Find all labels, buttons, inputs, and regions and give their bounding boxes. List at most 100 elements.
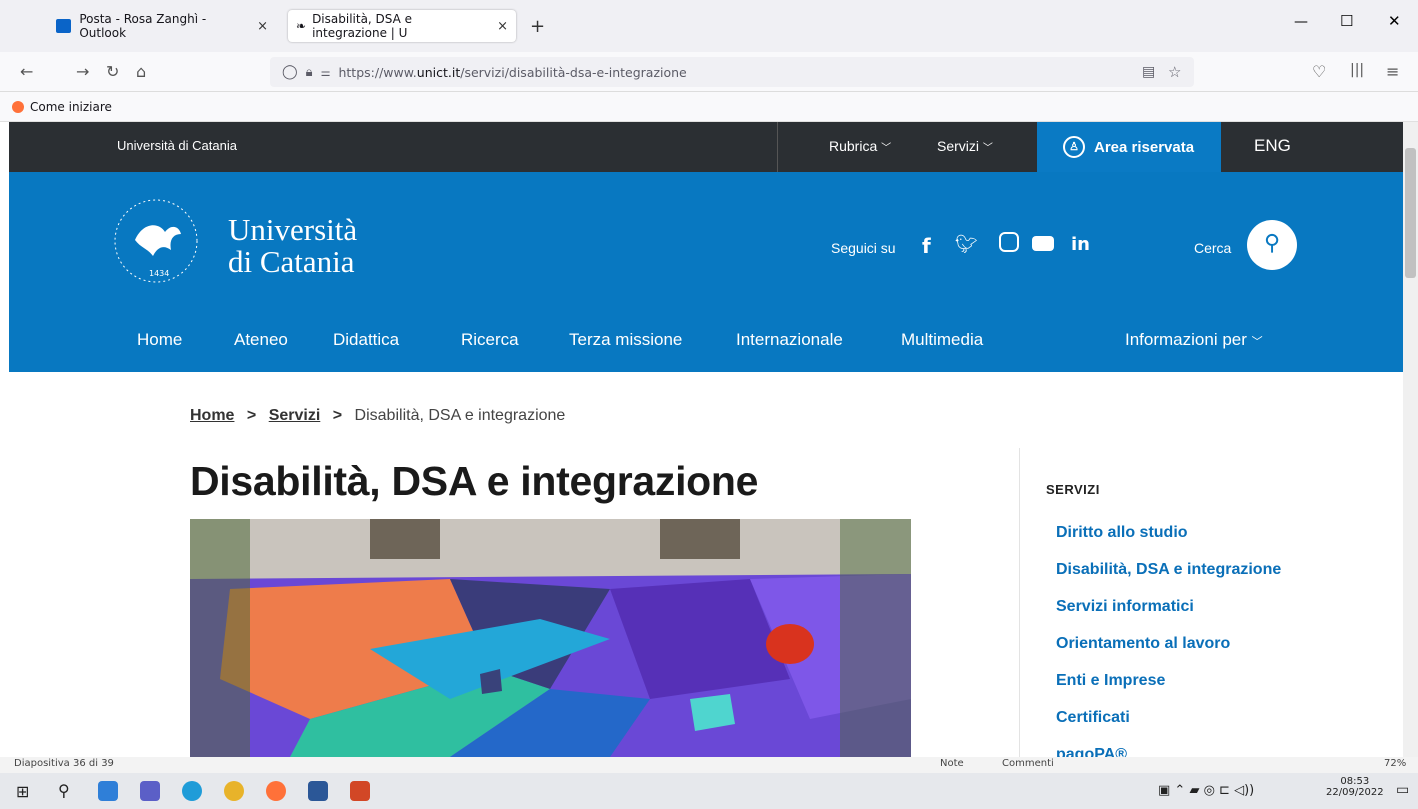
new-tab-button[interactable]: + bbox=[530, 16, 545, 37]
breadcrumb-separator: > bbox=[332, 407, 343, 424]
area-label: Area riservata bbox=[1094, 138, 1195, 156]
notes-button[interactable]: Note bbox=[940, 758, 964, 769]
menu-ricerca[interactable]: Ricerca bbox=[461, 330, 519, 350]
teams-icon[interactable] bbox=[140, 781, 160, 801]
youtube-icon[interactable] bbox=[1032, 236, 1054, 251]
reader-mode-icon[interactable]: ▤ bbox=[1142, 64, 1155, 80]
url-host: https://www. bbox=[338, 64, 417, 80]
search-icon[interactable]: ⚲ bbox=[58, 781, 70, 800]
tab-unict[interactable]: ❧ Disabilità, DSA e integrazione | U × bbox=[288, 10, 516, 42]
powerpoint-icon[interactable] bbox=[350, 781, 370, 801]
edge-icon[interactable] bbox=[182, 781, 202, 801]
instagram-icon[interactable] bbox=[999, 232, 1019, 252]
sidebar-link-pagopa[interactable]: pagoPA® bbox=[1056, 746, 1127, 757]
scrollbar-thumb[interactable] bbox=[1405, 148, 1416, 278]
close-tab-button[interactable]: × bbox=[497, 19, 508, 34]
hero-image-mural bbox=[190, 519, 911, 757]
notifications-icon[interactable]: ▭ bbox=[1396, 782, 1409, 798]
menu-multimedia[interactable]: Multimedia bbox=[901, 330, 983, 350]
sidebar-link-disabilita[interactable]: Disabilità, DSA e integrazione bbox=[1056, 561, 1281, 579]
firefox-icon bbox=[12, 100, 24, 113]
rubrica-dropdown[interactable]: Rubrica ﹀ bbox=[829, 138, 891, 154]
area-riservata-button[interactable]: ♙ Area riservata bbox=[1037, 122, 1221, 172]
menu-home[interactable]: Home bbox=[137, 330, 182, 350]
minimize-button[interactable]: — bbox=[1294, 14, 1308, 30]
close-window-button[interactable]: ✕ bbox=[1388, 12, 1401, 30]
language-link[interactable]: ENG bbox=[1254, 136, 1291, 156]
shield-icon: ◯ bbox=[282, 64, 298, 80]
menu-ateneo[interactable]: Ateneo bbox=[234, 330, 288, 350]
chevron-down-icon: ﹀ bbox=[881, 143, 892, 154]
utility-bar: Università di Catania Rubrica ﹀ Servizi … bbox=[9, 122, 1403, 172]
forward-icon[interactable]: → bbox=[76, 62, 89, 81]
university-wordmark[interactable]: Università di Catania bbox=[228, 214, 357, 278]
chevron-down-icon: ﹀ bbox=[1251, 336, 1263, 348]
menu-informazioni-per[interactable]: Informazioni per ﹀ bbox=[1125, 330, 1263, 350]
menu-informazioni-label: Informazioni per bbox=[1125, 330, 1247, 349]
servizi-dropdown[interactable]: Servizi ﹀ bbox=[937, 138, 993, 154]
lock-icon: 🔒︎ bbox=[305, 64, 313, 80]
sidebar-link-diritto-allo-studio[interactable]: Diritto allo studio bbox=[1056, 524, 1188, 542]
sidebar-heading: SERVIZI bbox=[1046, 482, 1100, 497]
tab-label: Posta - Rosa Zanghì - Outlook bbox=[79, 12, 207, 40]
site-header: 1434 Università di Catania Seguici su f … bbox=[9, 172, 1403, 372]
university-seal-logo[interactable]: 1434 bbox=[113, 198, 199, 284]
zoom-level[interactable]: 72% bbox=[1384, 758, 1406, 769]
social-label: Seguici su bbox=[831, 240, 896, 256]
bookmark-star-icon[interactable]: ☆ bbox=[1168, 63, 1181, 81]
chrome-icon[interactable] bbox=[224, 781, 244, 801]
menu-icon[interactable]: ≡ bbox=[1386, 62, 1399, 81]
windows-start-icon[interactable]: ⊞ bbox=[16, 782, 29, 801]
outlook-icon bbox=[56, 19, 72, 33]
bookmarks-bar: Come iniziare bbox=[0, 92, 1418, 122]
menu-internazionale[interactable]: Internazionale bbox=[736, 330, 843, 350]
breadcrumb-home[interactable]: Home bbox=[190, 407, 234, 424]
university-link[interactable]: Università di Catania bbox=[117, 138, 237, 153]
browser-nav-bar: ← → ↻ ⌂ ◯ 🔒︎ ⚌ https://www. unict.it/serv… bbox=[0, 52, 1418, 92]
library-icon[interactable]: ||| bbox=[1350, 62, 1364, 78]
breadcrumb-servizi[interactable]: Servizi bbox=[269, 407, 321, 424]
maximize-button[interactable]: ☐ bbox=[1340, 12, 1353, 30]
linkedin-icon[interactable]: in bbox=[1071, 234, 1090, 255]
wordmark-line1: Università bbox=[228, 212, 358, 247]
twitter-icon[interactable]: 🐦︎ bbox=[955, 234, 978, 255]
tab-outlook[interactable]: Posta - Rosa Zanghì - Outlook × bbox=[48, 10, 276, 42]
reload-icon[interactable]: ↻ bbox=[106, 62, 119, 81]
page-title: Disabilità, DSA e integrazione bbox=[190, 458, 759, 504]
file-explorer-icon[interactable] bbox=[98, 781, 118, 801]
url-domain: unict.it bbox=[416, 64, 461, 80]
chevron-down-icon: ﹀ bbox=[982, 143, 993, 154]
firefox-icon[interactable] bbox=[266, 781, 286, 801]
windows-taskbar: ⊞ ⚲ ▣ ⌃ ▰ ◎ ⊏ ◁)) 08:53 22/09/2022 ▭ bbox=[0, 773, 1418, 809]
url-bar[interactable]: ◯ 🔒︎ ⚌ https://www. unict.it/servizi/disa… bbox=[270, 57, 1194, 87]
breadcrumb-separator: > bbox=[246, 407, 257, 424]
back-icon[interactable]: ← bbox=[20, 62, 33, 81]
menu-didattica[interactable]: Didattica bbox=[333, 330, 399, 350]
clock-date: 22/09/2022 bbox=[1326, 787, 1384, 798]
sidebar-link-orientamento[interactable]: Orientamento al lavoro bbox=[1056, 635, 1230, 653]
pocket-icon[interactable]: ♡ bbox=[1312, 62, 1326, 81]
sidebar-link-enti-imprese[interactable]: Enti e Imprese bbox=[1056, 672, 1165, 690]
comments-button[interactable]: Commenti bbox=[1002, 758, 1054, 769]
word-icon[interactable] bbox=[308, 781, 328, 801]
system-tray-icons[interactable]: ▣ ⌃ ▰ ◎ ⊏ ◁)) bbox=[1158, 783, 1254, 798]
bookmark-item[interactable]: Come iniziare bbox=[30, 100, 112, 114]
search-label: Cerca bbox=[1194, 240, 1232, 256]
browser-tab-bar: Posta - Rosa Zanghì - Outlook × ❧ Disabi… bbox=[0, 0, 1418, 52]
search-icon[interactable]: ⚲ bbox=[1247, 220, 1297, 270]
slide-counter: Diapositiva 36 di 39 bbox=[14, 758, 114, 769]
home-icon[interactable]: ⌂ bbox=[136, 62, 146, 81]
sidebar-link-servizi-informatici[interactable]: Servizi informatici bbox=[1056, 598, 1194, 616]
clock[interactable]: 08:53 22/09/2022 bbox=[1326, 776, 1384, 798]
divider bbox=[777, 122, 778, 172]
facebook-icon[interactable]: f bbox=[922, 234, 931, 258]
site-favicon-icon: ❧ bbox=[296, 19, 307, 33]
page-scrollbar[interactable] bbox=[1403, 122, 1418, 757]
breadcrumb: Home > Servizi > Disabilità, DSA e integ… bbox=[190, 407, 565, 425]
sidebar-link-certificati[interactable]: Certificati bbox=[1056, 709, 1130, 727]
wordmark-line2: di Catania bbox=[228, 244, 355, 279]
permissions-icon: ⚌ bbox=[320, 65, 331, 79]
menu-terza-missione[interactable]: Terza missione bbox=[569, 330, 682, 350]
seal-year: 1434 bbox=[149, 269, 169, 278]
close-tab-button[interactable]: × bbox=[257, 19, 268, 34]
